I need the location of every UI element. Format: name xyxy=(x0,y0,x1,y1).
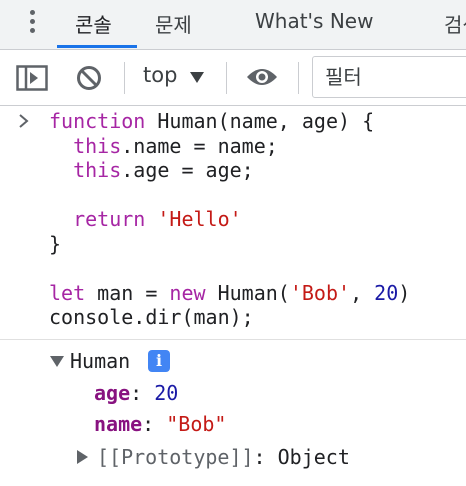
property-key: name xyxy=(94,412,143,436)
prototype-key: [[Prototype]] xyxy=(97,445,254,469)
code-keyword: this xyxy=(73,158,122,182)
code-text: ) xyxy=(398,280,411,305)
code-text: man = xyxy=(85,280,170,305)
tab-console[interactable]: 콘솔 xyxy=(75,9,112,38)
info-icon[interactable]: i xyxy=(148,350,170,372)
tab-search[interactable]: 검색 xyxy=(444,9,466,38)
toolbar-separator xyxy=(124,62,125,94)
code-text: , xyxy=(350,280,375,305)
console-input-code: function Human(name, age) { this.name = … xyxy=(49,109,410,330)
dropdown-arrow-icon[interactable] xyxy=(190,72,204,83)
prototype-row[interactable]: [[Prototype]]: Object xyxy=(97,445,350,469)
console-toolbar: top xyxy=(0,50,466,106)
devtools-tab-bar: 콘솔 문제 What's New 검색 xyxy=(0,0,466,50)
code-text: Human( xyxy=(205,280,290,305)
context-selector[interactable]: top xyxy=(143,63,177,87)
clear-console-icon[interactable] xyxy=(76,65,102,91)
filter-input[interactable] xyxy=(312,56,466,98)
collapse-triangle-icon[interactable] xyxy=(77,450,88,464)
message-divider xyxy=(0,339,466,340)
tab-issues[interactable]: 문제 xyxy=(155,9,192,38)
prototype-value: Object xyxy=(277,445,350,469)
code-text: .name = name; xyxy=(121,133,278,158)
prompt-chevron-icon xyxy=(19,114,29,128)
sidebar-toggle-icon[interactable] xyxy=(16,65,48,91)
property-key: age xyxy=(94,381,131,405)
tab-whats-new[interactable]: What's New xyxy=(255,9,373,33)
property-value: 20 xyxy=(154,381,179,405)
code-text: } xyxy=(49,231,62,256)
code-keyword: return xyxy=(73,207,146,231)
code-string: 'Bob' xyxy=(289,280,351,305)
code-keyword: new xyxy=(169,280,206,305)
code-text: Human(name, age) { xyxy=(145,109,375,133)
code-keyword: let xyxy=(49,280,86,305)
live-expression-eye-icon[interactable] xyxy=(245,65,279,89)
object-property: name: "Bob" xyxy=(94,412,227,436)
code-keyword: function xyxy=(49,109,146,133)
active-tab-indicator xyxy=(57,45,137,48)
property-value: "Bob" xyxy=(166,412,227,436)
code-number: 20 xyxy=(374,280,399,305)
more-menu-icon[interactable] xyxy=(26,9,38,35)
code-string: 'Hello' xyxy=(157,207,242,231)
expand-triangle-icon[interactable] xyxy=(50,356,64,367)
code-keyword: this xyxy=(73,133,122,158)
code-text: .age = age; xyxy=(121,158,254,182)
object-property: age: 20 xyxy=(94,381,179,405)
object-class-name[interactable]: Human xyxy=(70,349,130,373)
toolbar-separator xyxy=(298,62,299,94)
code-text: console.dir(man); xyxy=(49,305,254,329)
toolbar-separator xyxy=(226,62,227,94)
